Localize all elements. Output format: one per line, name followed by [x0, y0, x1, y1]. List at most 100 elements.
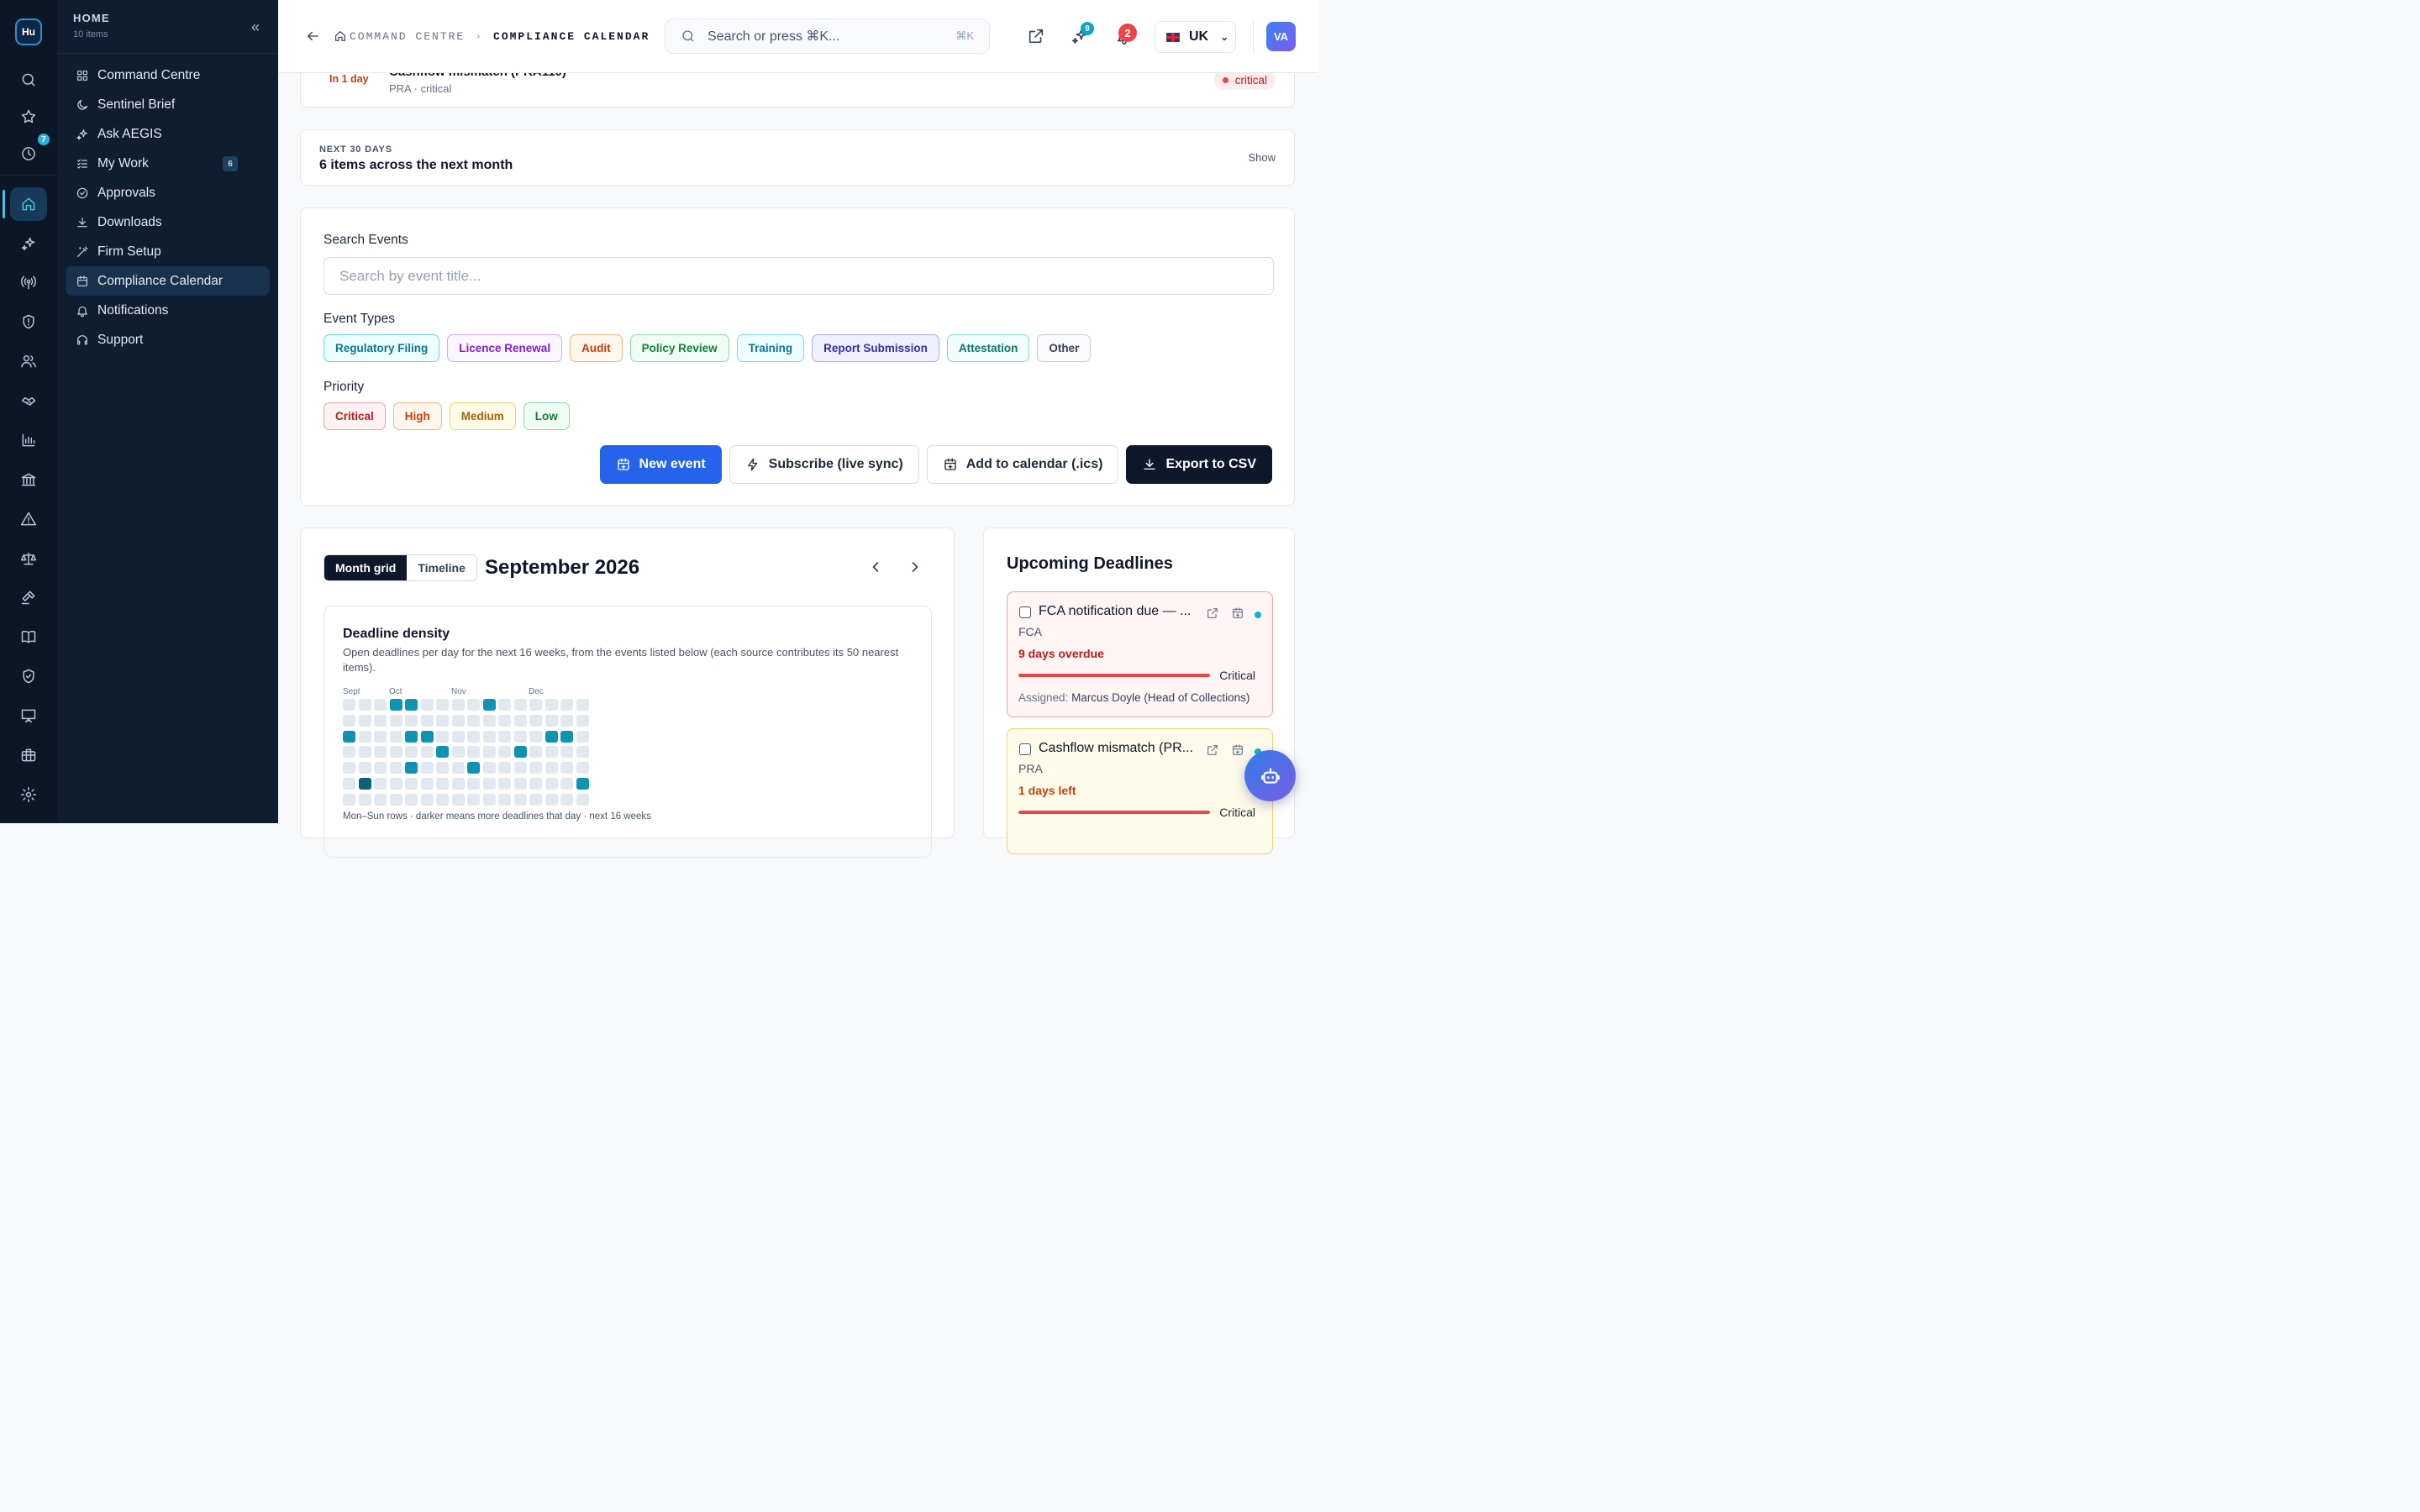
rail-users-icon[interactable]	[10, 344, 47, 378]
sidebar-item-approvals[interactable]: Approvals	[66, 178, 270, 207]
sidebar-item-notifications[interactable]: Notifications	[66, 296, 270, 325]
breadcrumb-root[interactable]: COMMAND CENTRE	[350, 30, 465, 43]
back-arrow-icon[interactable]	[305, 29, 320, 44]
home-icon[interactable]	[334, 29, 347, 43]
subscribe-button[interactable]: Subscribe (live sync)	[729, 445, 919, 484]
priority-chip-medium[interactable]: Medium	[449, 402, 516, 430]
export-csv-button[interactable]: Export to CSV	[1126, 445, 1272, 484]
open-external-icon[interactable]	[1027, 27, 1045, 45]
rail-home-icon[interactable]	[10, 187, 47, 221]
rail-active-indicator	[3, 190, 5, 218]
open-external-icon[interactable]	[1206, 606, 1219, 620]
next-month-chevron-right-icon[interactable]	[907, 559, 923, 575]
density-cell	[467, 762, 480, 774]
density-cell	[451, 746, 465, 759]
rail-handshake-icon[interactable]	[10, 384, 47, 417]
sidebar-item-label: Compliance Calendar	[97, 273, 224, 288]
add-to-calendar-icon[interactable]	[1231, 606, 1244, 620]
sidebar-item-label: Approvals	[97, 185, 155, 200]
deadline-progress-bar	[1018, 811, 1210, 814]
rail-shield-check-icon[interactable]	[10, 659, 47, 693]
rail-bar-chart-icon[interactable]	[10, 423, 47, 457]
rail-book-icon[interactable]	[10, 620, 47, 654]
type-chip-licence-renewal[interactable]: Licence Renewal	[447, 334, 563, 362]
deadline-card[interactable]: FCA notification due — ... FCA 9 days ov…	[1007, 591, 1273, 717]
priority-chip-critical[interactable]: Critical	[324, 402, 386, 430]
rail-scales-icon[interactable]	[10, 542, 47, 575]
rail-shield-alert-icon[interactable]	[10, 305, 47, 339]
deadline-checkbox[interactable]	[1019, 606, 1031, 618]
sidebar-item-compliance-calendar[interactable]: Compliance Calendar	[66, 266, 270, 296]
type-chip-other[interactable]: Other	[1037, 334, 1092, 362]
rail-search-icon[interactable]	[10, 63, 47, 97]
show-toggle[interactable]: Show	[1248, 151, 1276, 164]
avatar[interactable]: VA	[1266, 22, 1296, 51]
headset-icon	[77, 334, 87, 344]
add-to-calendar-icon[interactable]	[1231, 743, 1244, 757]
density-cell	[482, 793, 496, 806]
priority-chip-high[interactable]: High	[392, 402, 442, 430]
priority-chips: Critical High Medium Low	[324, 402, 570, 430]
density-cell	[358, 714, 371, 727]
sidebar-header: HOME 10 items «	[57, 0, 278, 54]
assistant-bot-button[interactable]	[1244, 750, 1296, 801]
rail-presentation-icon[interactable]	[10, 699, 47, 732]
sidebar-title: HOME	[73, 12, 110, 24]
sidebar-item-sentinel-brief[interactable]: Sentinel Brief	[66, 90, 270, 119]
item-meta: PRA · critical	[389, 82, 452, 95]
density-cell	[420, 746, 434, 759]
event-search-input[interactable]: Search by event title...	[324, 257, 1274, 295]
rail-gavel-icon[interactable]	[10, 580, 47, 614]
density-cell	[436, 746, 449, 759]
rail-star-icon[interactable]	[10, 100, 47, 134]
tab-month-grid[interactable]: Month grid	[324, 555, 408, 580]
density-cell	[482, 762, 496, 774]
density-cell	[498, 699, 511, 711]
type-chip-regulatory-filing[interactable]: Regulatory Filing	[324, 334, 440, 362]
collapse-sidebar-icon[interactable]: «	[251, 18, 260, 36]
previous-month-chevron-left-icon[interactable]	[867, 559, 884, 575]
type-chip-training[interactable]: Training	[736, 334, 805, 362]
tab-timeline[interactable]: Timeline	[407, 555, 476, 580]
density-cell	[420, 714, 434, 727]
app-logo[interactable]: Hu	[15, 18, 42, 45]
sidebar-item-support[interactable]: Support	[66, 325, 270, 354]
check-circle-icon	[76, 187, 88, 198]
type-chip-audit[interactable]: Audit	[570, 334, 623, 362]
deadline-checkbox[interactable]	[1019, 743, 1031, 755]
priority-chip-low[interactable]: Low	[523, 402, 570, 430]
sidebar-item-downloads[interactable]: Downloads	[66, 207, 270, 237]
new-event-button[interactable]: New event	[599, 445, 722, 484]
rail-radio-icon[interactable]	[10, 265, 47, 299]
density-cell	[576, 793, 589, 806]
deadline-status: 1 days left	[1018, 784, 1076, 797]
open-external-icon[interactable]	[1206, 743, 1219, 757]
rail-sparkle-icon[interactable]	[10, 227, 47, 260]
deadline-title: FCA notification due — ...	[1039, 604, 1192, 618]
type-chip-policy-review[interactable]: Policy Review	[629, 334, 729, 362]
density-cell	[513, 714, 527, 727]
type-chip-attestation[interactable]: Attestation	[946, 334, 1030, 362]
add-to-calendar-button[interactable]: Add to calendar (.ics)	[926, 445, 1119, 484]
global-search-input[interactable]: Search or press ⌘K... ⌘K	[665, 18, 990, 54]
assigned-label: Assigned:	[1018, 691, 1069, 704]
rail-settings-icon[interactable]	[10, 778, 47, 811]
deadline-card[interactable]: Cashflow mismatch (PR... PRA 1 days left…	[1007, 728, 1273, 854]
density-cell	[529, 730, 542, 743]
density-cell	[436, 730, 449, 743]
sidebar-item-ask-aegis[interactable]: Ask AEGIS	[66, 119, 270, 149]
view-toggle: Month grid Timeline	[324, 554, 477, 581]
density-cell	[498, 714, 511, 727]
density-cell	[358, 746, 371, 759]
region-selector[interactable]: UK ⌄	[1155, 21, 1236, 53]
sidebar-item-my-work[interactable]: My Work 6	[66, 149, 270, 178]
rail-warning-icon[interactable]	[10, 502, 47, 536]
density-cell	[420, 699, 434, 711]
sidebar-item-command-centre[interactable]: Command Centre	[66, 60, 270, 90]
sidebar-item-firm-setup[interactable]: Firm Setup	[66, 237, 270, 266]
rail-briefcase-icon[interactable]	[10, 738, 47, 772]
density-cell	[482, 746, 496, 759]
rail-bank-icon[interactable]	[10, 463, 47, 496]
type-chip-report-submission[interactable]: Report Submission	[812, 334, 939, 362]
density-cell	[544, 762, 558, 774]
